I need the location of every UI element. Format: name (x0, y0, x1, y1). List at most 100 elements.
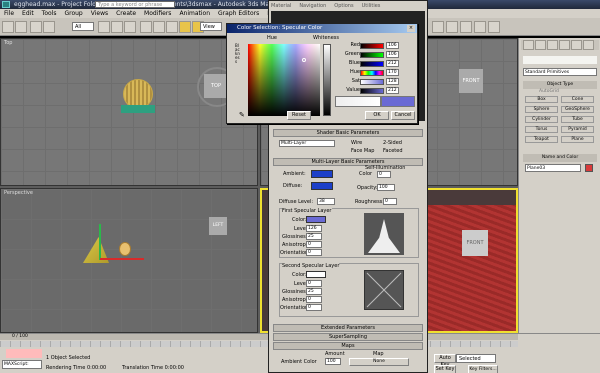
hierarchy-tab-icon[interactable] (547, 40, 558, 50)
object-type-rollout[interactable]: Object Type (523, 81, 597, 89)
mini-listener[interactable] (6, 349, 42, 358)
egg-object[interactable] (119, 242, 131, 256)
key-mode-dropdown[interactable]: Selected (456, 354, 496, 363)
create-box-button[interactable]: Box (525, 96, 558, 103)
channel-value-red[interactable]: 106 (386, 42, 399, 49)
viewcube-front[interactable]: FRONT (459, 69, 483, 93)
time-slider[interactable]: 0 / 100 (0, 334, 518, 340)
perspective-viewport[interactable]: Perspective LEFT (0, 188, 258, 333)
object-categories[interactable] (523, 56, 597, 64)
diffuse-swatch[interactable] (311, 182, 333, 190)
top-viewport[interactable]: Top TOP (0, 38, 258, 186)
mat-menu-utilities[interactable]: Utilities (362, 3, 381, 9)
channel-value-hue[interactable]: 170 (386, 69, 399, 76)
ambient-map-button[interactable]: None (349, 358, 409, 366)
aniso2-value[interactable]: 0 (306, 296, 322, 303)
ok-button[interactable]: OK (365, 111, 389, 120)
create-sphere-button[interactable]: Sphere (525, 106, 558, 113)
create-plane-button[interactable]: Plane (561, 136, 594, 143)
scale-icon[interactable] (166, 21, 178, 33)
viewport-label[interactable]: Top (4, 40, 12, 46)
faceted-checkbox[interactable]: Faceted (383, 148, 403, 154)
select-icon[interactable] (98, 21, 110, 33)
maxscript-listener[interactable]: MAXScript: (2, 360, 42, 369)
cancel-button[interactable]: Cancel (391, 111, 415, 120)
menu-item-create[interactable]: Create (112, 9, 140, 18)
redo-icon[interactable] (15, 21, 27, 33)
mat-menu-options[interactable]: Options (334, 3, 353, 9)
rotate-icon[interactable] (153, 21, 165, 33)
undo-icon[interactable] (2, 21, 14, 33)
face-map-checkbox[interactable]: Face Map (351, 148, 374, 154)
ambient-swatch[interactable] (311, 170, 333, 178)
reference-coord-dropdown[interactable]: View (200, 22, 222, 31)
opacity-value[interactable]: 100 (377, 184, 395, 191)
key-filters-button[interactable]: Key Filters... (468, 365, 498, 373)
render-setup-icon[interactable] (446, 21, 458, 33)
mat-menu-navigation[interactable]: Navigation (299, 3, 326, 9)
orient1-value[interactable]: 0 (306, 249, 322, 256)
auto-key-button[interactable]: Auto Key (434, 354, 456, 368)
channel-slider-green[interactable] (360, 52, 384, 58)
create-torus-button[interactable]: Torus (525, 126, 558, 133)
app-logo-icon[interactable] (2, 1, 10, 8)
selection-filter-dropdown[interactable]: All (72, 22, 94, 31)
shader-dropdown[interactable]: Multi-Layer (279, 140, 335, 147)
eyedropper-icon[interactable]: ✎ (239, 111, 247, 119)
gizmo-x-axis[interactable] (100, 258, 144, 260)
extended-params-rollout[interactable]: Extended Parameters (273, 324, 423, 332)
create-teapot-button[interactable]: Teapot (525, 136, 558, 143)
reset-button[interactable]: Reset (287, 111, 311, 120)
viewport-label[interactable]: Perspective (4, 190, 33, 196)
create-pyramid-button[interactable]: Pyramid (561, 126, 594, 133)
viewcube-top[interactable]: TOP (204, 74, 228, 98)
modify-tab-icon[interactable] (535, 40, 546, 50)
color-checkbox[interactable]: Color (359, 171, 372, 177)
ambient-color-checkbox[interactable]: Ambient Color (281, 359, 317, 365)
quick-render-icon[interactable] (474, 21, 486, 33)
schematic-view-icon[interactable] (488, 21, 500, 33)
move-icon[interactable] (140, 21, 152, 33)
menu-item-group[interactable]: Group (60, 9, 86, 18)
menu-item-modifiers[interactable]: Modifiers (140, 9, 175, 18)
mat-menu-material[interactable]: Material (271, 3, 291, 9)
diffuse-level-value[interactable]: 38 (317, 198, 335, 205)
keyword-search-input[interactable]: Type a keyword or phrase (95, 1, 175, 8)
base-object[interactable] (121, 105, 155, 113)
orient2-value[interactable]: 0 (306, 304, 322, 311)
material-editor-icon[interactable] (432, 21, 444, 33)
name-color-rollout[interactable]: Name and Color (523, 154, 597, 162)
channel-slider-blue[interactable] (360, 61, 384, 67)
maps-rollout[interactable]: Maps (273, 342, 423, 350)
create-cylinder-button[interactable]: Cylinder (525, 116, 558, 123)
menu-item-tools[interactable]: Tools (38, 9, 61, 18)
unlink-icon[interactable] (43, 21, 55, 33)
link-icon[interactable] (30, 21, 42, 33)
object-color-swatch[interactable] (585, 164, 593, 172)
supersampling-rollout[interactable]: SuperSampling (273, 333, 423, 341)
select-move-highlight-icon[interactable] (179, 21, 191, 33)
channel-value-blue[interactable]: 212 (386, 60, 399, 67)
ambient-amount-value[interactable]: 100 (325, 358, 341, 365)
shader-params-rollout[interactable]: Shader Basic Parameters (273, 129, 423, 137)
viewcube-front-persp[interactable]: FRONT (462, 230, 488, 256)
wire-checkbox[interactable]: Wire (351, 140, 362, 146)
viewcube-left[interactable]: LEFT (209, 217, 227, 235)
channel-value-sat[interactable]: 128 (386, 78, 399, 85)
two-sided-checkbox[interactable]: 2-Sided (383, 140, 402, 146)
rect-selection-icon[interactable] (124, 21, 136, 33)
gloss2-value[interactable]: 25 (306, 288, 322, 295)
level2-value[interactable]: 0 (306, 280, 322, 287)
display-tab-icon[interactable] (571, 40, 582, 50)
menu-item-edit[interactable]: Edit (18, 9, 38, 18)
original-color-swatch[interactable] (335, 96, 381, 107)
create-tab-icon[interactable] (523, 40, 534, 50)
create-geosphere-button[interactable]: GeoSphere (561, 106, 594, 113)
channel-slider-sat[interactable] (360, 79, 384, 85)
create-tube-button[interactable]: Tube (561, 116, 594, 123)
track-bar[interactable] (0, 341, 518, 347)
aniso1-value[interactable]: 0 (306, 241, 322, 248)
new-color-swatch[interactable] (381, 96, 415, 107)
menu-item-file[interactable]: File (0, 9, 18, 18)
render-frame-icon[interactable] (460, 21, 472, 33)
